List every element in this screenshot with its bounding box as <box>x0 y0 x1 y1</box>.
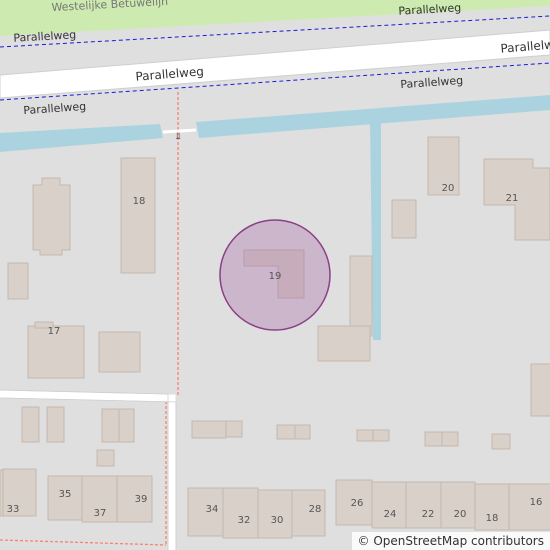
shed-2[interactable] <box>46 406 65 443</box>
building-edge-right[interactable] <box>530 363 550 417</box>
building-18[interactable] <box>120 157 156 274</box>
building-long-right[interactable] <box>349 255 373 337</box>
garage-2[interactable] <box>225 420 243 438</box>
house-number: 17 <box>48 326 61 337</box>
shed-4[interactable] <box>118 408 135 443</box>
garage-6[interactable] <box>372 429 390 442</box>
house-number: 19 <box>269 271 282 282</box>
house-number: 34 <box>206 504 219 515</box>
building-church[interactable] <box>32 177 71 256</box>
house-number: 20 <box>454 509 467 520</box>
shed-3[interactable] <box>101 408 120 443</box>
shed-5[interactable] <box>96 449 115 467</box>
garage-7[interactable] <box>424 431 443 447</box>
house-24[interactable] <box>371 481 407 529</box>
house-20-bottom[interactable] <box>440 481 476 529</box>
house-number: 37 <box>94 508 107 519</box>
house-number: 20 <box>442 183 455 194</box>
garage-3[interactable] <box>276 424 296 440</box>
house-number: 24 <box>384 509 397 520</box>
building-lower-right[interactable] <box>317 325 371 362</box>
house-number: 30 <box>271 515 284 526</box>
building-annex[interactable] <box>98 331 141 373</box>
house-32[interactable] <box>222 487 259 539</box>
house-number: 21 <box>506 193 519 204</box>
house-number: 28 <box>309 504 322 515</box>
house-22[interactable] <box>405 481 442 529</box>
house-number: 35 <box>59 489 72 500</box>
garage-9[interactable] <box>491 433 511 450</box>
house-number: 33 <box>7 504 20 515</box>
house-number: 39 <box>135 494 148 505</box>
garage-8[interactable] <box>441 431 459 447</box>
attribution-text[interactable]: © OpenStreetMap contributors <box>358 534 544 548</box>
map-view[interactable]: Westelijke Betuwelijn Parallelweg Parall… <box>0 0 550 550</box>
footbridge-marker: ⫫ <box>174 132 180 142</box>
house-number: 26 <box>351 498 364 509</box>
house-number: 16 <box>530 497 543 508</box>
house-number: 18 <box>486 513 499 524</box>
map-attribution[interactable]: © OpenStreetMap contributors <box>351 532 550 550</box>
garage-1[interactable] <box>191 420 227 439</box>
house-number: 18 <box>133 196 146 207</box>
house-number: 22 <box>422 509 435 520</box>
building-small-left[interactable] <box>7 262 29 300</box>
house-number: 32 <box>238 515 251 526</box>
house-30[interactable] <box>257 489 293 539</box>
garage-5[interactable] <box>356 429 374 442</box>
building-shed[interactable] <box>391 199 417 239</box>
garage-4[interactable] <box>294 424 311 440</box>
shed-1[interactable] <box>21 406 40 443</box>
